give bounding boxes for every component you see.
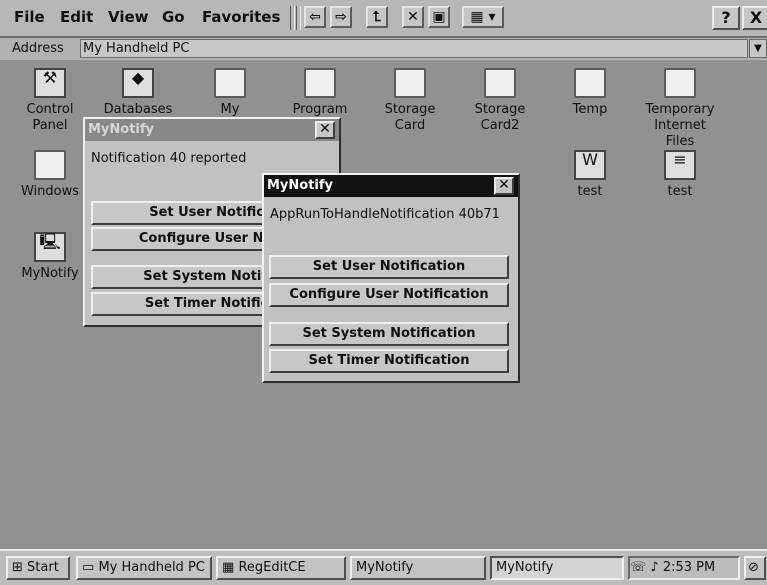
word-document-icon: W	[574, 150, 606, 180]
folder-icon	[574, 68, 606, 98]
icon-label: Windows	[20, 184, 80, 199]
up-folder-icon[interactable]: ⮤	[366, 6, 388, 28]
mynotify-app-icon: 🖳	[34, 232, 66, 262]
icon-label: test	[667, 184, 693, 199]
icon-label: MyNotify	[21, 266, 79, 281]
delete-icon[interactable]: ✕	[402, 6, 424, 28]
icon-label: Databases	[103, 102, 173, 117]
connection-icon[interactable]: ☏	[630, 560, 646, 575]
clock[interactable]: 2:53 PM	[663, 560, 715, 575]
address-label: Address	[12, 41, 64, 56]
folder-icon	[484, 68, 516, 98]
window-title: MyNotify ✕	[264, 175, 518, 197]
folder-icon	[214, 68, 246, 98]
text-document-icon: ≡	[664, 150, 696, 180]
start-button[interactable]: ⊞ Start	[6, 556, 70, 580]
icon-control-panel[interactable]: ⚒ Control Panel	[8, 68, 92, 134]
close-icon[interactable]: ✕	[315, 121, 335, 139]
set-system-notification-button[interactable]: Set System Notification	[269, 322, 509, 346]
forward-arrow-icon[interactable]: ⇨	[330, 6, 352, 28]
taskbar-label: My Handheld PC	[98, 560, 205, 575]
icon-mynotify[interactable]: 🖳 MyNotify	[8, 232, 92, 282]
system-tray: ☏ ♪ 2:53 PM	[628, 556, 740, 580]
address-bar: Address My Handheld PC ▼	[0, 38, 767, 60]
notification-message: Notification 40 reported	[91, 151, 247, 166]
notification-message: AppRunToHandleNotification 40b71	[270, 207, 500, 222]
icon-label: Temporary Internet Files	[645, 102, 715, 149]
icon-storage-card[interactable]: Storage Card	[368, 68, 452, 134]
menu-go[interactable]: Go	[162, 8, 185, 26]
window-title-text: MyNotify	[267, 178, 334, 193]
regedit-icon: ▦	[222, 560, 235, 575]
menu-bar: File Edit View Go Favorites ⇦ ⇨ ⮤ ✕ ▣ ▦ …	[0, 0, 767, 38]
toolbar-separator	[290, 6, 295, 30]
icon-label: test	[577, 184, 603, 199]
folder-icon	[34, 150, 66, 180]
icon-test-text[interactable]: ≡ test	[638, 150, 722, 200]
chevron-down-icon[interactable]: ▼	[749, 39, 767, 58]
menu-file[interactable]: File	[14, 8, 45, 26]
close-icon[interactable]: ✕	[494, 177, 514, 195]
taskbar-regeditce[interactable]: ▦ RegEditCE	[216, 556, 346, 580]
icon-label: Temp	[572, 102, 608, 117]
desktop: File Edit View Go Favorites ⇦ ⇨ ⮤ ✕ ▣ ▦ …	[0, 0, 767, 585]
icon-label: Storage Card2	[474, 102, 526, 133]
show-desktop-icon[interactable]: ⊘	[744, 556, 766, 580]
icon-windows[interactable]: Windows	[8, 150, 92, 200]
taskbar-mynotify-2[interactable]: MyNotify	[490, 556, 624, 580]
back-arrow-icon[interactable]: ⇦	[304, 6, 326, 28]
views-dropdown-icon[interactable]: ▦ ▾	[462, 6, 504, 28]
taskbar-mynotify-1[interactable]: MyNotify	[350, 556, 486, 580]
menu-favorites[interactable]: Favorites	[202, 8, 280, 26]
configure-user-notification-button[interactable]: Configure User Notification	[269, 283, 509, 307]
notification-icon[interactable]: ♪	[650, 560, 658, 575]
icon-databases[interactable]: ◆ Databases	[96, 68, 180, 118]
set-user-notification-button[interactable]: Set User Notification	[269, 255, 509, 279]
windows-logo-icon: ⊞	[12, 560, 23, 575]
start-label: Start	[27, 560, 59, 575]
database-icon: ◆	[122, 68, 154, 98]
control-panel-icon: ⚒	[34, 68, 66, 98]
icon-temporary-internet-files[interactable]: Temporary Internet Files	[638, 68, 722, 150]
taskbar: ⊞ Start ▭ My Handheld PC ▦ RegEditCE MyN…	[0, 549, 767, 585]
taskbar-label: MyNotify	[356, 560, 414, 575]
set-timer-notification-button[interactable]: Set Timer Notification	[269, 349, 509, 373]
close-window-button[interactable]: X	[742, 6, 767, 30]
handheld-pc-icon: ▭	[82, 560, 95, 575]
icon-storage-card2[interactable]: Storage Card2	[458, 68, 542, 134]
icon-label: Storage Card	[384, 102, 436, 133]
folder-icon	[304, 68, 336, 98]
window-title-text: MyNotify	[88, 122, 155, 137]
window-title: MyNotify ✕	[85, 119, 339, 141]
properties-icon[interactable]: ▣	[428, 6, 450, 28]
folder-icon	[664, 68, 696, 98]
taskbar-label: MyNotify	[496, 560, 554, 575]
icon-label: Control Panel	[26, 102, 74, 133]
address-input[interactable]: My Handheld PC	[80, 39, 748, 58]
icon-test-word[interactable]: W test	[548, 150, 632, 200]
icon-temp[interactable]: Temp	[548, 68, 632, 118]
taskbar-my-handheld-pc[interactable]: ▭ My Handheld PC	[76, 556, 212, 580]
menu-edit[interactable]: Edit	[60, 8, 93, 26]
mynotify-window-front: MyNotify ✕ AppRunToHandleNotification 40…	[262, 173, 520, 383]
taskbar-label: RegEditCE	[238, 560, 306, 575]
folder-icon	[394, 68, 426, 98]
help-button[interactable]: ?	[712, 6, 740, 30]
menu-view[interactable]: View	[108, 8, 149, 26]
toolbar-separator	[296, 6, 301, 30]
